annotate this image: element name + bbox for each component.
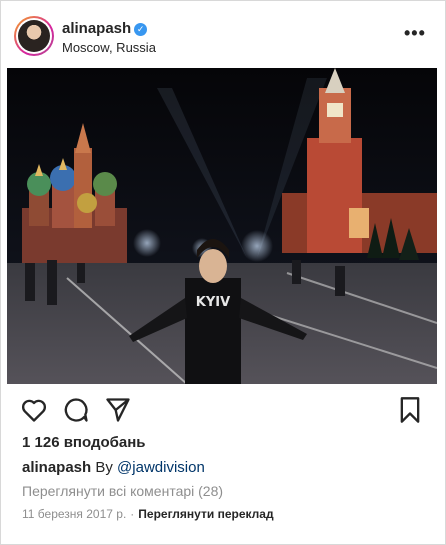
comment-icon[interactable] [62,396,90,424]
caption-username[interactable]: alinapash [22,459,91,476]
night-square-scene: KYIV [7,68,437,384]
post-photo[interactable]: KYIV [7,68,437,384]
username-link[interactable]: alinapash ✓ [62,20,148,37]
heart-icon[interactable] [20,396,48,424]
separator-dot: · [130,507,135,521]
avatar-ring [16,18,52,54]
verified-badge-icon: ✓ [134,23,148,36]
post-header: alinapash ✓ Moscow, Russia ••• [0,0,446,68]
date-row: 11 березня 2017 р. · Переглянути переклад [22,507,274,521]
view-comments-link[interactable]: Переглянути всі коментарі (28) [22,483,223,499]
shirt-text: KYIV [196,295,230,310]
action-bar [0,392,446,428]
likes-count[interactable]: 1 126 вподобань [22,434,146,451]
username-text: alinapash [62,20,132,37]
caption-text: By [91,459,118,476]
avatar-image [18,20,50,52]
location-link[interactable]: Moscow, Russia [62,40,156,55]
share-icon[interactable] [104,396,132,424]
caption-mention[interactable]: @jawdivision [117,459,205,476]
caption: alinapash By @jawdivision [22,459,205,476]
see-translation-link[interactable]: Переглянути переклад [138,507,273,521]
avatar[interactable] [14,16,54,56]
post-date: 11 березня 2017 р. [22,507,127,521]
bookmark-icon[interactable] [396,396,424,424]
more-options-icon[interactable]: ••• [404,24,426,42]
